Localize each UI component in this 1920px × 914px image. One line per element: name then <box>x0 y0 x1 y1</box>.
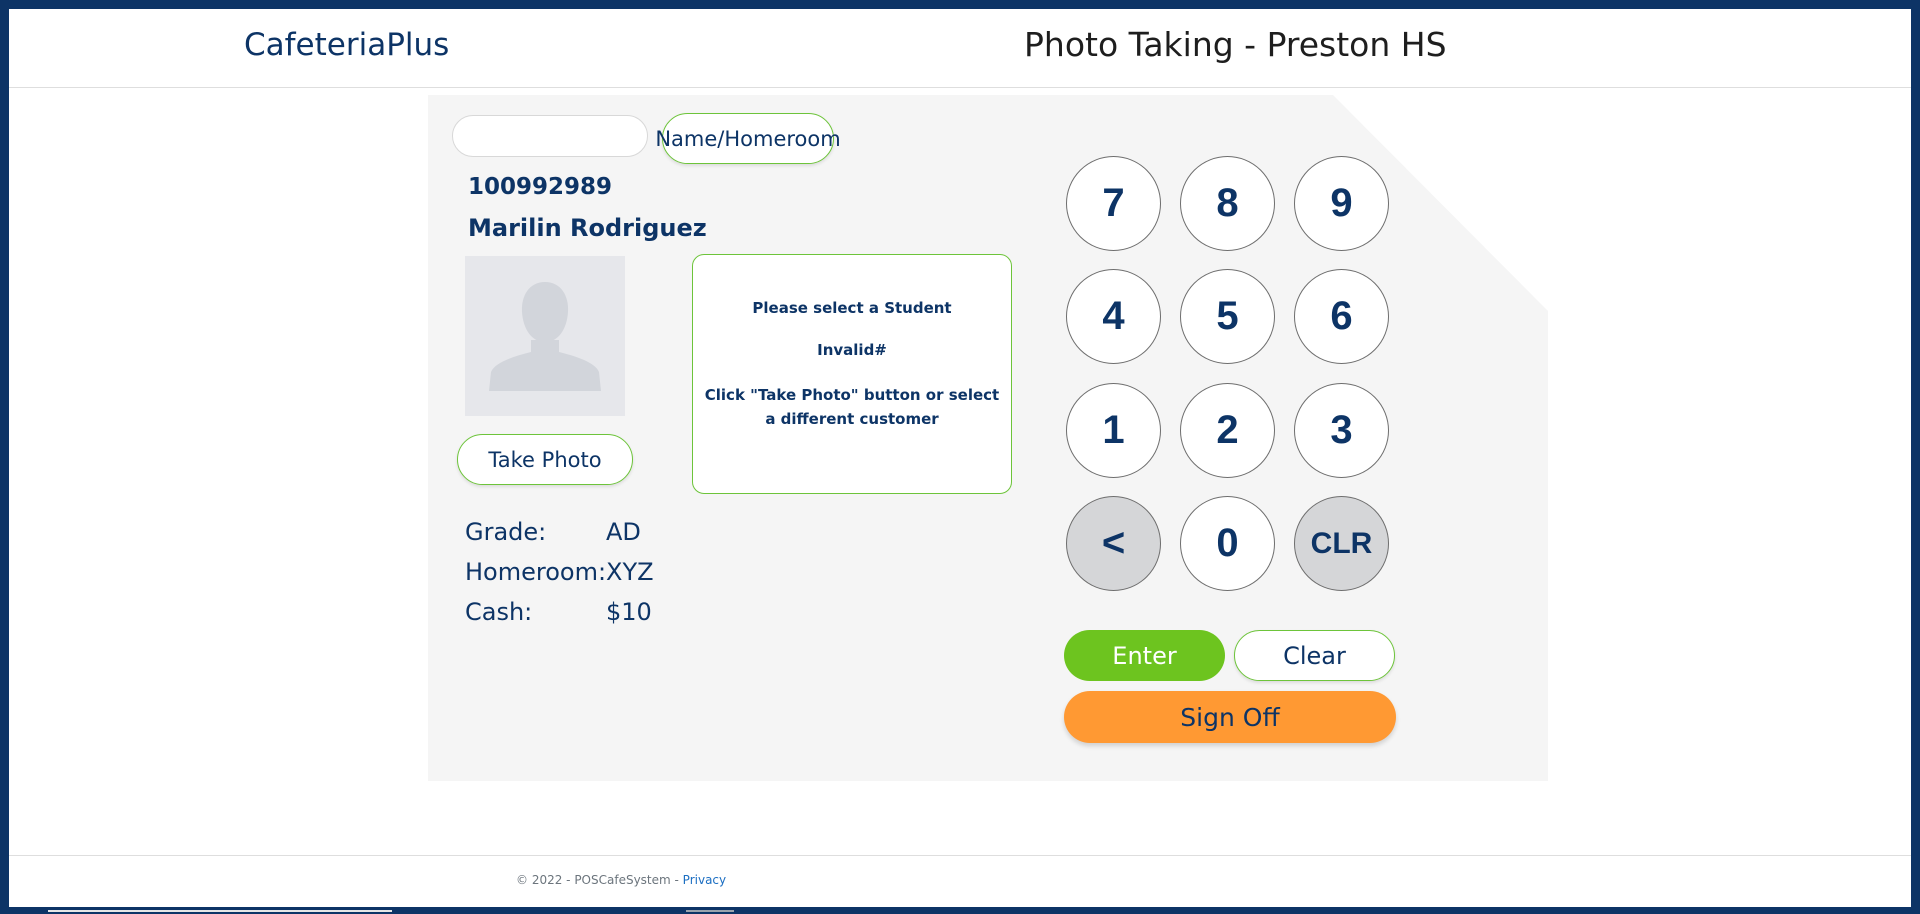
clear-button[interactable]: Clear <box>1234 630 1395 681</box>
keypad-key-5[interactable]: 5 <box>1180 269 1275 364</box>
cash-label: Cash: <box>465 598 533 626</box>
taskbar-strip <box>48 910 392 912</box>
enter-button[interactable]: Enter <box>1064 630 1225 681</box>
homeroom-value: XYZ <box>606 558 654 586</box>
message-invalid: Invalid# <box>817 341 887 359</box>
student-id: 100992989 <box>468 174 613 200</box>
keypad-clr-button[interactable]: CLR <box>1294 496 1389 591</box>
keypad-key-8[interactable]: 8 <box>1180 156 1275 251</box>
header: CafeteriaPlus Photo Taking - Preston HS <box>9 9 1911 88</box>
keypad-key-9[interactable]: 9 <box>1294 156 1389 251</box>
footer: © 2022 - POSCafeSystem - Privacy <box>9 855 1911 907</box>
grade-label: Grade: <box>465 518 547 546</box>
brand-logo-text[interactable]: CafeteriaPlus <box>244 27 449 63</box>
keypad-key-6[interactable]: 6 <box>1294 269 1389 364</box>
cash-value: $10 <box>606 598 652 626</box>
student-name: Marilin Rodriguez <box>468 214 707 242</box>
keypad-key-3[interactable]: 3 <box>1294 383 1389 478</box>
name-homeroom-button[interactable]: Name/Homeroom <box>655 113 841 164</box>
keypad-key-0[interactable]: 0 <box>1180 496 1275 591</box>
message-select-student: Please select a Student <box>752 299 952 317</box>
copyright-text: © 2022 - POSCafeSystem - <box>516 873 683 887</box>
student-photo-placeholder <box>465 256 625 416</box>
keypad-key-7[interactable]: 7 <box>1066 156 1161 251</box>
privacy-link[interactable]: Privacy <box>683 873 726 887</box>
message-box: Please select a Student Invalid# Click "… <box>692 254 1012 494</box>
take-photo-button[interactable]: Take Photo <box>457 434 633 485</box>
page-title: Photo Taking - Preston HS <box>1024 25 1447 64</box>
keypad-key-1[interactable]: 1 <box>1066 383 1161 478</box>
person-silhouette-icon <box>465 256 625 416</box>
homeroom-label: Homeroom: <box>465 558 607 586</box>
student-search-input[interactable] <box>452 115 648 157</box>
taskbar-strip <box>686 910 734 912</box>
keypad-key-4[interactable]: 4 <box>1066 269 1161 364</box>
sign-off-button[interactable]: Sign Off <box>1064 691 1396 743</box>
keypad-backspace-button[interactable]: < <box>1066 496 1161 591</box>
grade-value: AD <box>606 518 641 546</box>
message-instructions: Click "Take Photo" button or select a di… <box>704 386 1000 428</box>
footer-text: © 2022 - POSCafeSystem - Privacy <box>516 873 726 887</box>
keypad-key-2[interactable]: 2 <box>1180 383 1275 478</box>
